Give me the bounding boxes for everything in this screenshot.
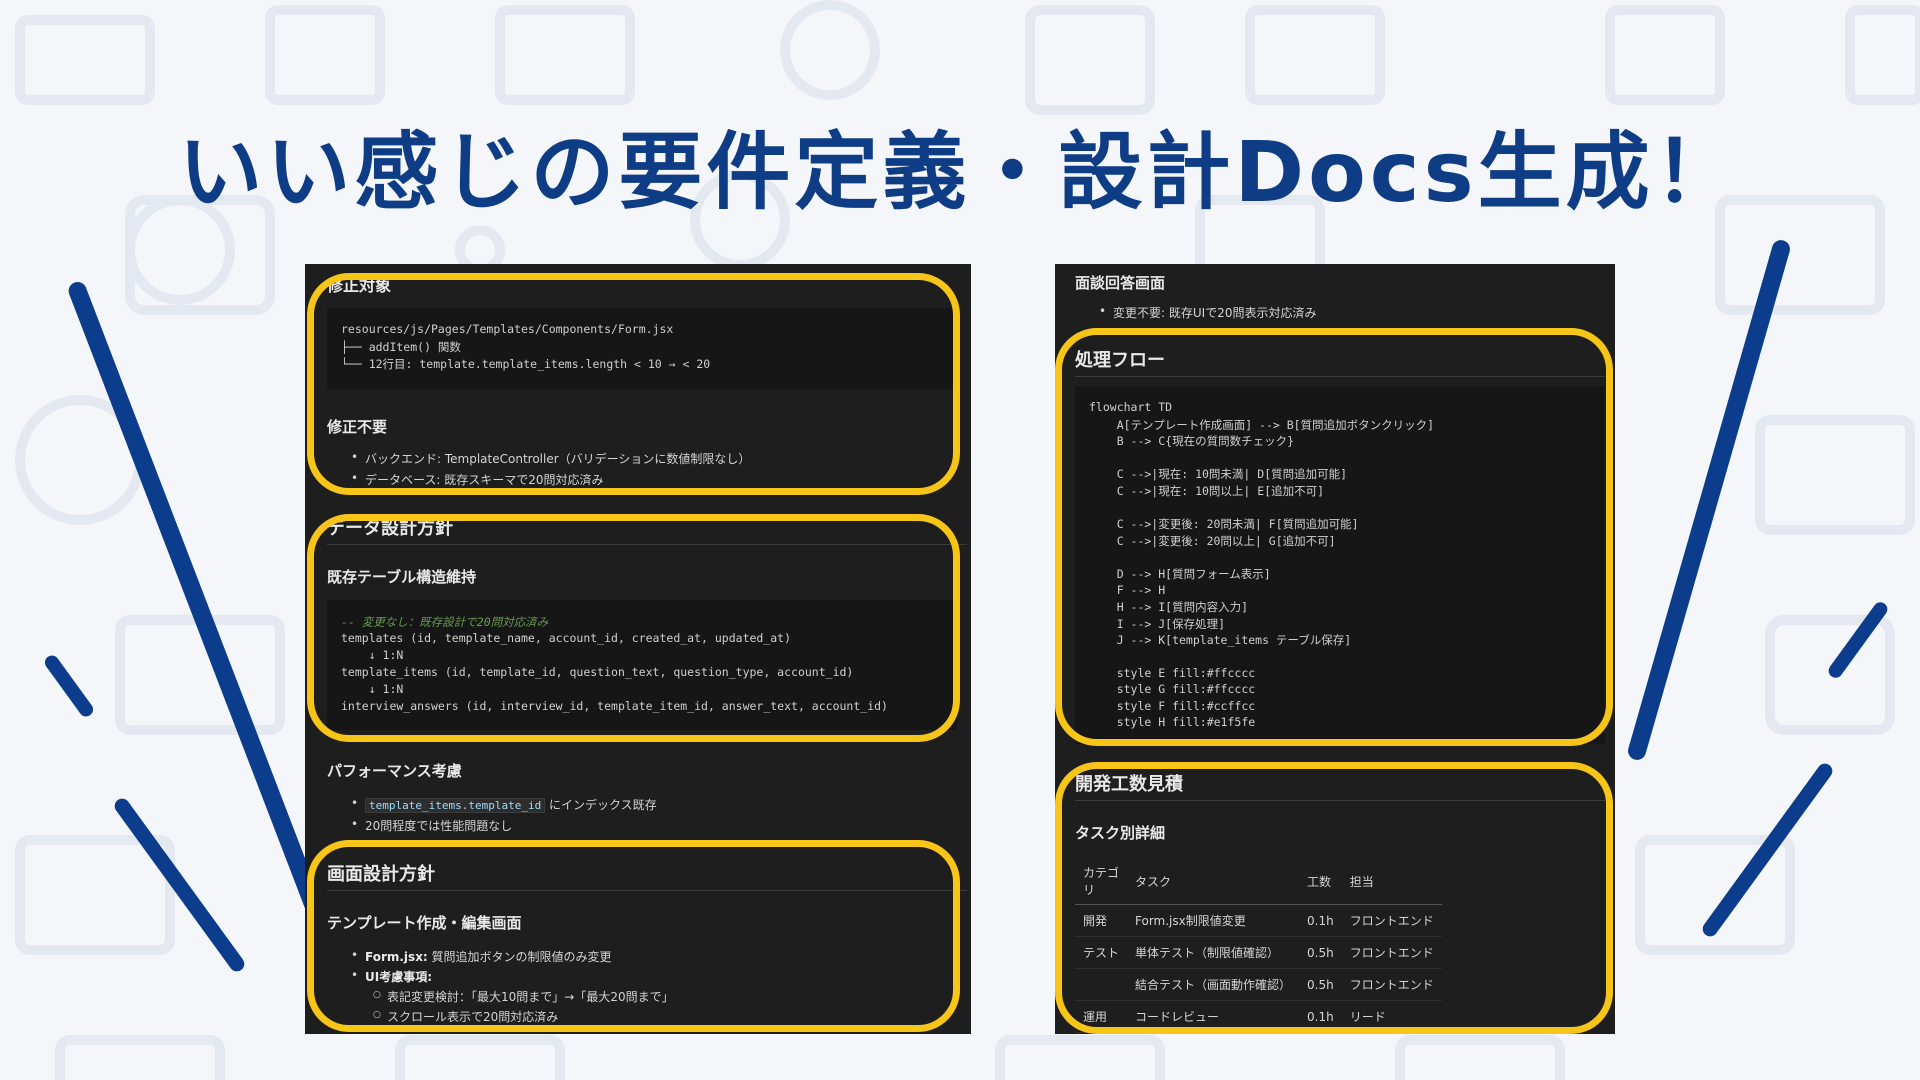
list-item: 変更不要: 既存UIで20問表示対応済み <box>1099 304 1316 321</box>
highlight-ring-target <box>307 273 960 495</box>
list-item: 20問程度では性能問題なし <box>351 817 512 834</box>
highlight-ring-estimate <box>1055 762 1613 1034</box>
highlight-ring-flow <box>1055 328 1613 746</box>
subheading-answer-screen: 面談回答画面 <box>1075 274 1166 292</box>
highlight-ring-screen-design <box>307 840 960 1032</box>
page-title: いい感じの要件定義・設計Docs生成！ <box>178 123 1742 221</box>
list-item: template_items.template_id にインデックス既存 <box>351 796 657 813</box>
subheading-performance: パフォーマンス考慮 <box>327 762 462 780</box>
inline-code: template_items.template_id <box>365 798 546 813</box>
list-item-text: にインデックス既存 <box>549 798 657 812</box>
highlight-ring-data-design <box>307 514 960 742</box>
